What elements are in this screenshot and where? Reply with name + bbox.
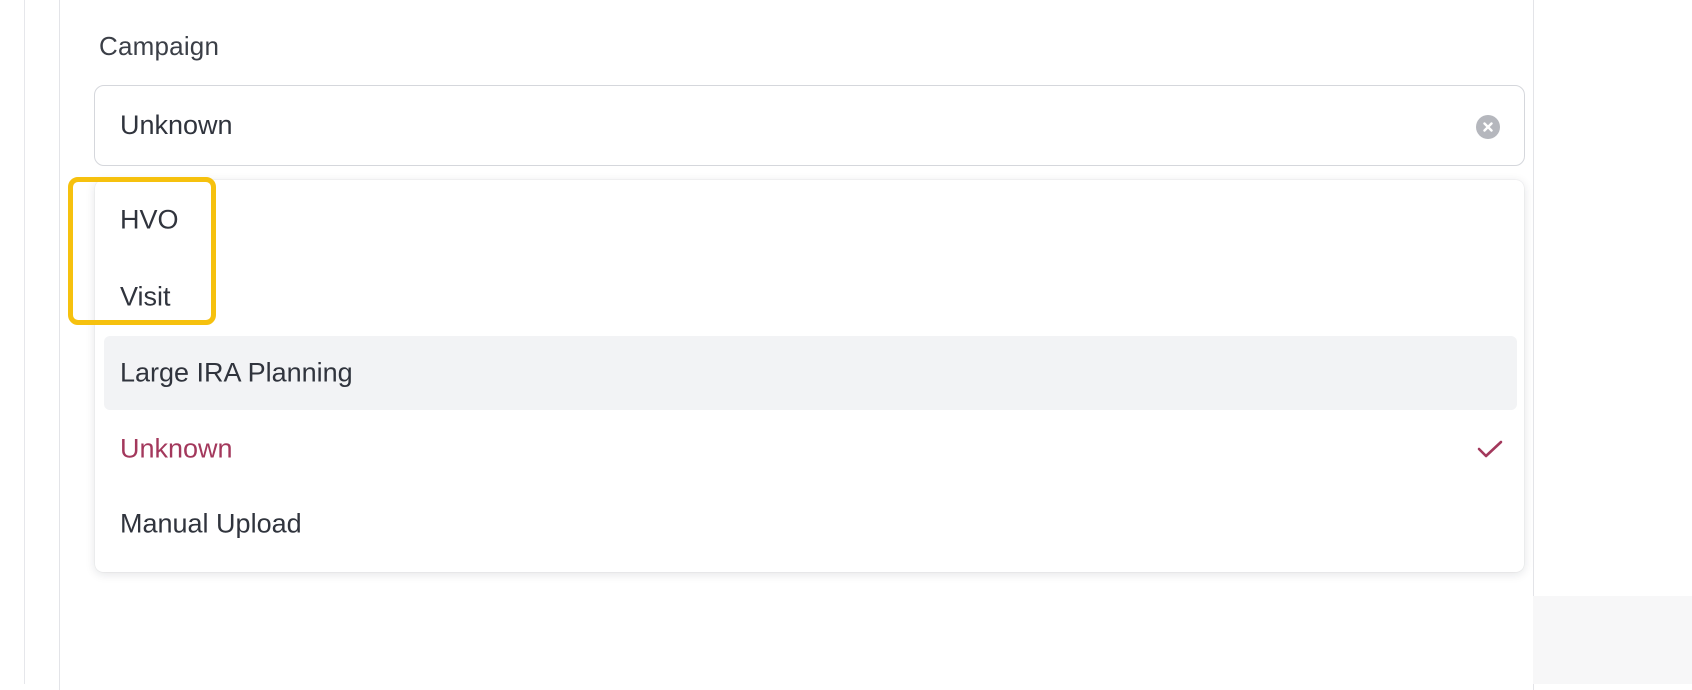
campaign-label: Campaign <box>99 31 220 61</box>
option-label: Manual Upload <box>120 508 302 539</box>
option-label: Visit <box>120 281 171 312</box>
option-unknown[interactable]: Unknown <box>104 412 1517 486</box>
campaign-select-value: Unknown <box>120 110 233 140</box>
right-gutter <box>1533 596 1692 684</box>
option-hvo[interactable]: HVO <box>104 183 1517 257</box>
campaign-select[interactable]: Unknown <box>94 85 1525 166</box>
option-manual-upload[interactable]: Manual Upload <box>104 487 1517 561</box>
left-divider <box>24 0 25 684</box>
option-visit[interactable]: Visit <box>104 260 1517 334</box>
option-label: HVO <box>120 204 179 235</box>
checkmark-icon <box>1475 437 1505 461</box>
clear-icon[interactable] <box>1476 115 1500 139</box>
campaign-dropdown-menu: HVO Visit Large IRA Planning Unknown Man… <box>95 180 1524 572</box>
option-label: Unknown <box>120 433 233 464</box>
option-large-ira-planning[interactable]: Large IRA Planning <box>104 336 1517 410</box>
option-label: Large IRA Planning <box>120 357 353 388</box>
